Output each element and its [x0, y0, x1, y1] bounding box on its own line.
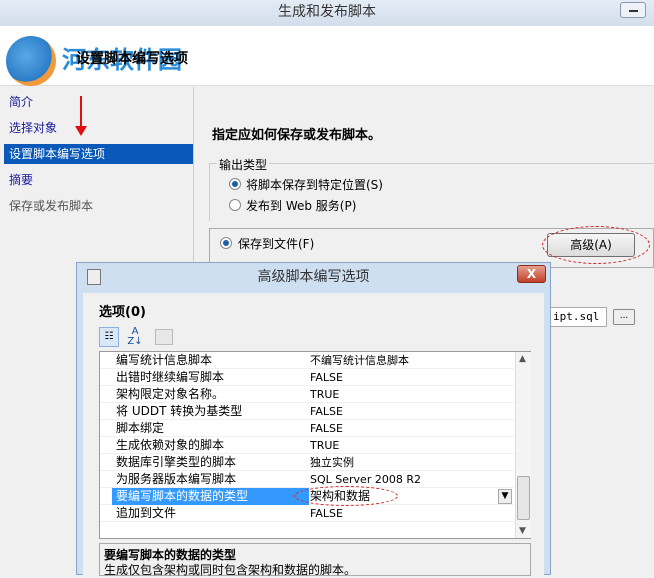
nav-item-intro[interactable]: 简介 [4, 92, 193, 112]
property-name: 将 UDDT 转换为基类型 [116, 404, 243, 418]
watermark-logo-icon [6, 36, 56, 86]
property-row[interactable]: 生成依赖对象的脚本 TRUE [100, 437, 514, 454]
instruction-text: 指定应如何保存或发布脚本。 [212, 128, 382, 143]
radio-web-service[interactable] [229, 199, 241, 211]
annotation-ellipse [294, 486, 398, 506]
property-value: 独立实例 [310, 456, 354, 469]
minimize-button[interactable] [620, 2, 646, 18]
window-title: 生成和发布脚本 [278, 4, 376, 20]
property-row[interactable]: 数据库引擎类型的脚本 独立实例 [100, 454, 514, 471]
property-name: 为服务器版本编写脚本 [116, 472, 237, 486]
property-value: TRUE [310, 439, 340, 452]
radio-save-location-label: 将脚本保存到特定位置(S) [246, 178, 383, 192]
property-value: FALSE [310, 371, 343, 384]
property-value: 不编写统计信息脚本 [310, 354, 409, 367]
property-name: 数据库引擎类型的脚本 [116, 455, 237, 469]
property-row[interactable]: 为服务器版本编写脚本 SQL Server 2008 R2 [100, 471, 514, 488]
dialog-title: 高级脚本编写选项 [257, 269, 370, 285]
radio-save-location[interactable] [229, 178, 241, 190]
nav-item-summary[interactable]: 摘要 [4, 170, 193, 190]
property-row[interactable]: 出错时继续编写脚本 FALSE [100, 369, 514, 386]
property-value: FALSE [310, 507, 343, 520]
property-name: 生成依赖对象的脚本 [116, 438, 225, 452]
property-value: TRUE [310, 388, 340, 401]
nav-item-select-objects[interactable]: 选择对象 [4, 118, 193, 138]
advanced-options-dialog: 高级脚本编写选项 X 选项(0) ☷ A Z↓ 编写统计信息脚本 不编写统计信息脚本… [76, 262, 551, 577]
browse-button[interactable]: ... [613, 309, 635, 325]
property-row[interactable]: 编写统计信息脚本 不编写统计信息脚本 [100, 352, 514, 369]
property-value: SQL Server 2008 R2 [310, 473, 421, 486]
property-row[interactable]: 将 UDDT 转换为基类型 FALSE [100, 403, 514, 420]
property-row[interactable]: 脚本绑定 FALSE [100, 420, 514, 437]
window-titlebar: 生成和发布脚本 [0, 0, 654, 26]
property-name: 编写统计信息脚本 [116, 353, 213, 367]
property-row-selected[interactable]: 要编写脚本的数据的类型 架构和数据 ▼ [100, 486, 514, 506]
radio-save-to-file-label: 保存到文件(F) [238, 237, 315, 251]
radio-web-service-label: 发布到 Web 服务(P) [246, 199, 357, 213]
nav-item-save-publish: 保存或发布脚本 [9, 199, 94, 213]
property-name: 要编写脚本的数据的类型 [112, 488, 309, 505]
property-name: 出错时继续编写脚本 [116, 370, 225, 384]
property-name: 追加到文件 [116, 506, 177, 520]
vertical-scrollbar[interactable]: ▲ ▼ [515, 352, 531, 538]
property-value: FALSE [310, 422, 343, 435]
nav-item-scripting-options[interactable]: 设置脚本编写选项 [4, 144, 193, 164]
annotation-ellipse [542, 226, 650, 264]
header: 河东软件园 设置脚本编写选项 [0, 26, 654, 86]
property-name: 脚本绑定 [116, 421, 165, 435]
chevron-down-icon[interactable]: ▼ [498, 489, 512, 504]
dialog-body: 选项(0) ☷ A Z↓ 编写统计信息脚本 不编写统计信息脚本 出错时继续编写脚本 F… [83, 293, 544, 577]
scroll-down-icon[interactable]: ▼ [519, 526, 526, 536]
radio-save-to-file[interactable] [220, 237, 232, 249]
property-grid: 编写统计信息脚本 不编写统计信息脚本 出错时继续编写脚本 FALSE 架构限定对象名… [99, 351, 531, 539]
page-title: 设置脚本编写选项 [76, 51, 188, 67]
property-row[interactable]: 追加到文件 FALSE [100, 505, 514, 522]
scrollbar-thumb[interactable] [517, 476, 530, 520]
description-text: 生成仅包含架构或同时包含架构和数据的脚本。 [104, 563, 357, 577]
options-header: 选项(0) [99, 305, 146, 320]
file-name-input[interactable]: ipt.sql [550, 307, 607, 327]
categorized-view-icon[interactable]: ☷ [99, 327, 119, 347]
description-panel: 要编写脚本的数据的类型 生成仅包含架构或同时包含架构和数据的脚本。 [99, 543, 531, 577]
property-pages-icon [155, 329, 173, 345]
annotation-arrowhead [75, 126, 87, 136]
property-name: 架构限定对象名称。 [116, 387, 225, 401]
property-value: FALSE [310, 405, 343, 418]
close-button[interactable]: X [517, 265, 546, 283]
sort-alphabetical-icon[interactable]: A Z↓ [125, 327, 145, 347]
output-type-label: 输出类型 [217, 156, 270, 173]
property-row[interactable]: 架构限定对象名称。 TRUE [100, 386, 514, 403]
annotation-arrow [80, 96, 82, 126]
scroll-up-icon[interactable]: ▲ [519, 354, 526, 364]
